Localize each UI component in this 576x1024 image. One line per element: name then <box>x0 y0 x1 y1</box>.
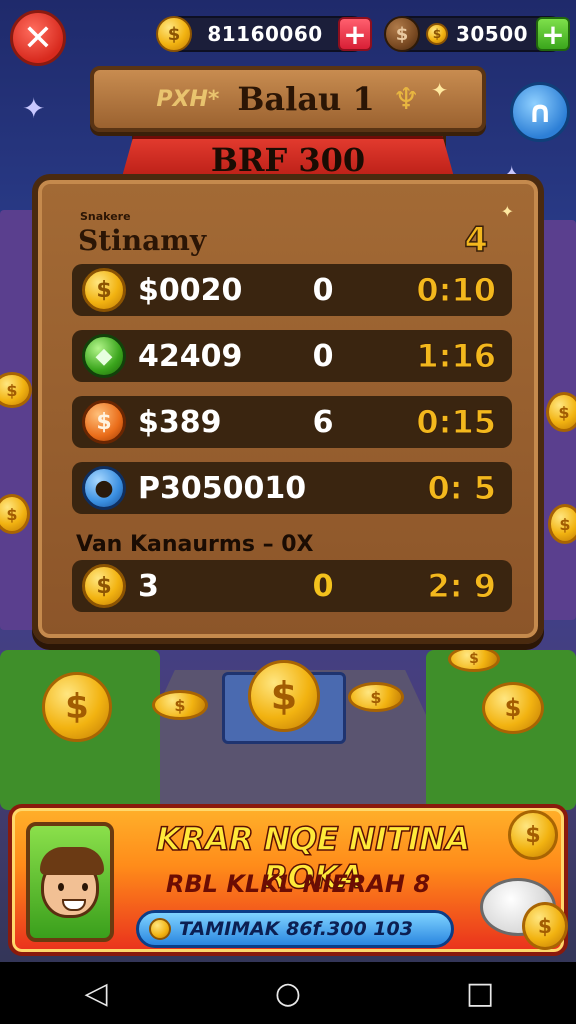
row-time: 0: 5 <box>427 469 496 508</box>
dollar-coin-icon: $ <box>156 16 192 52</box>
coin-icon: $ <box>0 494 30 534</box>
row-time: 0:10 <box>416 271 497 310</box>
close-button[interactable]: ✕ <box>10 10 66 66</box>
title-sign: PXH* Balau 1 ♆ ✦ <box>90 66 486 132</box>
board-title: Stinamy <box>78 224 207 257</box>
coin-stack-icon: $ <box>482 682 544 734</box>
player-row[interactable]: $ 3 0 2: 9 <box>72 560 512 612</box>
bronze-coin-icon: $ <box>384 16 420 52</box>
magnet-button[interactable]: ∩ <box>510 82 570 142</box>
leaderboard-panel: Snakere Stinamy 4 ✦ $ $0020 0 0:10 ◆ 424… <box>32 174 544 644</box>
row-score: 0 <box>312 568 334 604</box>
coin-icon: $ <box>0 372 32 408</box>
board-rank: 4 <box>464 219 489 261</box>
bg-road <box>110 670 470 810</box>
banner-action-label: TAMIMAK 86f.300 103 <box>179 918 413 940</box>
row-time: 2: 9 <box>427 567 496 606</box>
torch-icon: ♆ <box>392 81 420 117</box>
title-sign-left-text: PXH* <box>156 86 220 112</box>
home-button[interactable]: ○ <box>258 976 318 1011</box>
big-coin-icon[interactable]: $ <box>248 660 320 732</box>
row-score: 0 <box>312 272 334 308</box>
recents-button[interactable]: □ <box>450 976 510 1011</box>
row-score: 6 <box>312 404 334 440</box>
banner-subtitle: RBL KLKL NIERAH 8 <box>165 870 431 898</box>
coin-pedestal <box>222 672 346 744</box>
coin-icon: $ <box>348 682 404 712</box>
currency-primary: $ 81160060 + <box>156 16 372 52</box>
page-title: Balau 1 <box>237 80 375 118</box>
magnet-icon: ∩ <box>527 94 553 130</box>
close-icon: ✕ <box>22 17 54 59</box>
star-icon: ✦ <box>500 202 514 221</box>
avatar-eyes <box>58 883 88 891</box>
back-button[interactable]: ◁ <box>66 976 126 1011</box>
system-nav-bar: ◁ ○ □ <box>0 962 576 1024</box>
currency-secondary-value: 30500 <box>455 22 529 46</box>
leaderboard-row[interactable]: ● P3050010 0: 5 <box>72 462 512 514</box>
banner-action-button[interactable]: TAMIMAK 86f.300 103 <box>136 910 454 948</box>
green-gem-icon: ◆ <box>82 334 126 378</box>
gold-coin-icon: $ <box>82 268 126 312</box>
sparkle-icon: ✦ <box>431 78 448 102</box>
currency-primary-value: 81160060 <box>207 22 323 46</box>
gold-coin-icon: $ <box>82 564 126 608</box>
promo-banner[interactable]: KRAR NQE NITINA ROKA RBL KLKL NIERAH 8 T… <box>8 804 568 956</box>
row-score: 0 <box>312 338 334 374</box>
row-name: P3050010 <box>138 470 307 506</box>
sparkle-icon: ✦ <box>22 92 46 125</box>
coin-icon: $ <box>546 392 576 432</box>
add-currency-secondary-button[interactable]: + <box>536 17 570 51</box>
coin-icon <box>149 918 171 940</box>
coin-icon: $ <box>448 646 500 672</box>
row-time: 0:15 <box>416 403 497 442</box>
coin-icon: $ <box>42 672 112 742</box>
leaderboard-row[interactable]: $ $0020 0 0:10 <box>72 264 512 316</box>
row-time: 1:16 <box>416 337 497 376</box>
currency-secondary: $ $ 30500 + <box>384 16 570 52</box>
add-currency-primary-button[interactable]: + <box>338 17 372 51</box>
coin-icon: $ <box>522 902 568 950</box>
coin-icon: $ <box>152 690 208 720</box>
bg-grass-left <box>0 650 160 810</box>
section-label: Van Kanaurms – 0X <box>76 532 314 557</box>
row-name: $389 <box>138 404 222 440</box>
avatar-icon: ● <box>82 466 126 510</box>
leaderboard-row[interactable]: $ $389 6 0:15 <box>72 396 512 448</box>
coin-icon: $ <box>508 810 558 860</box>
avatar <box>26 822 114 942</box>
orange-coin-icon: $ <box>82 400 126 444</box>
row-name: 3 <box>138 568 159 604</box>
board-subtitle: Snakere <box>80 210 131 223</box>
coin-icon: $ <box>548 504 576 544</box>
small-coin-icon: $ <box>426 23 448 45</box>
row-name: $0020 <box>138 272 243 308</box>
avatar-face <box>40 847 104 918</box>
leaderboard-row[interactable]: ◆ 42409 0 1:16 <box>72 330 512 382</box>
bg-building-right <box>540 220 576 620</box>
row-name: 42409 <box>138 338 243 374</box>
bg-grass-right <box>426 650 576 810</box>
